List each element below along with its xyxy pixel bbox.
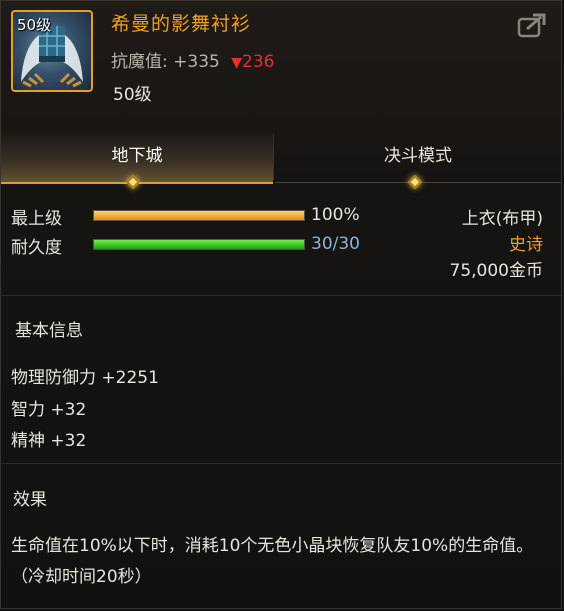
durability-bar-fill	[94, 240, 304, 249]
durability-bar	[93, 239, 305, 250]
icon-level-badge: 50级	[17, 16, 52, 34]
divider	[1, 295, 561, 296]
magic-resist-diff: ▼236	[231, 52, 274, 72]
tab-pvp[interactable]: 决斗模式	[275, 130, 561, 183]
share-icon	[517, 13, 546, 38]
grade-value: 100%	[311, 205, 360, 225]
item-name: 希曼的影舞衬衫	[111, 13, 252, 35]
item-header: 50级 希曼的影舞衬衫 抗魔值: +335 ▼236 50级	[1, 1, 561, 119]
magic-resist-line: 抗魔值: +335 ▼236	[111, 47, 274, 72]
effect-title: 效果	[13, 490, 47, 510]
item-rarity: 史诗	[509, 235, 543, 255]
attr-physical-defense: 物理防御力 +2251	[11, 368, 159, 388]
attr-intelligence: 智力 +32	[11, 400, 87, 420]
item-tooltip: 50级 希曼的影舞衬衫 抗魔值: +335 ▼236 50级 地下城 决斗模式 …	[0, 0, 562, 609]
grade-bar-fill	[94, 211, 304, 220]
attr-spirit: 精神 +32	[11, 431, 87, 451]
share-button[interactable]	[517, 13, 547, 39]
magic-resist-diff-value: 236	[242, 52, 275, 72]
tab-divider	[273, 134, 274, 180]
magic-resist-value: 抗魔值: +335	[111, 52, 220, 72]
tab-dungeon[interactable]: 地下城	[1, 130, 273, 184]
item-price: 75,000金币	[449, 261, 543, 281]
durability-label: 耐久度	[11, 238, 62, 258]
down-arrow-icon: ▼	[231, 55, 243, 71]
item-level: 50级	[113, 85, 152, 105]
grade-bar	[93, 210, 305, 221]
effect-text: 生命值在10%以下时，消耗10个无色小晶块恢复队友10%的生命值。（冷却时间20…	[11, 536, 534, 587]
mode-tabs: 地下城 决斗模式	[1, 130, 561, 190]
divider	[1, 463, 561, 464]
item-slot: 上衣(布甲)	[461, 209, 543, 229]
grade-label: 最上级	[11, 209, 62, 229]
winged-shirt-icon: 50级	[11, 10, 93, 92]
basic-info-title: 基本信息	[15, 321, 83, 341]
durability-value: 30/30	[311, 234, 360, 254]
